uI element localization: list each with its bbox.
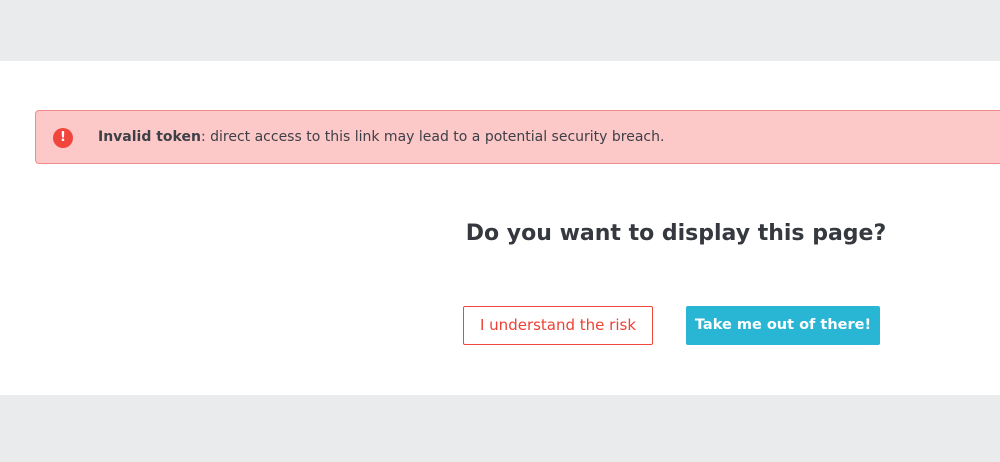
security-alert: ! Invalid token: direct access to this l… bbox=[35, 110, 1000, 164]
alert-title: Invalid token bbox=[98, 129, 201, 145]
understand-risk-button[interactable]: I understand the risk bbox=[463, 306, 653, 345]
exclamation-circle-icon: ! bbox=[53, 128, 73, 148]
page: ! Invalid token: direct access to this l… bbox=[0, 0, 1000, 462]
content-panel: ! Invalid token: direct access to this l… bbox=[0, 61, 1000, 395]
take-me-out-button[interactable]: Take me out of there! bbox=[686, 306, 880, 345]
alert-message: Invalid token: direct access to this lin… bbox=[98, 111, 664, 163]
page-question: Do you want to display this page? bbox=[465, 221, 887, 246]
alert-body: : direct access to this link may lead to… bbox=[200, 129, 665, 145]
